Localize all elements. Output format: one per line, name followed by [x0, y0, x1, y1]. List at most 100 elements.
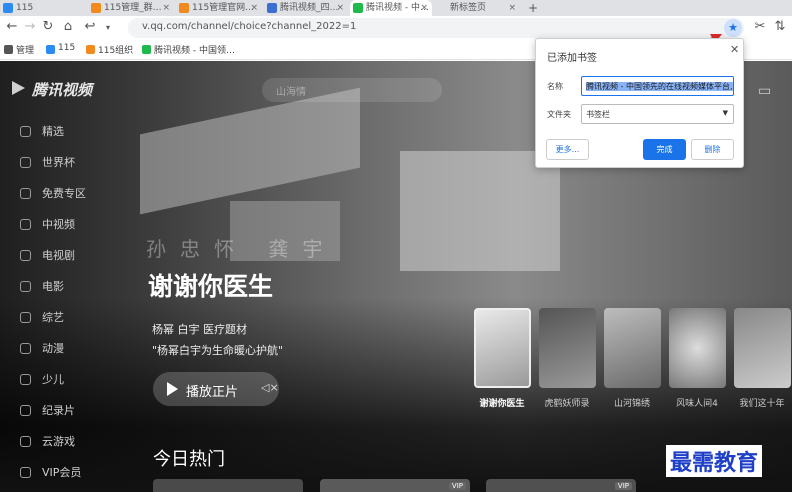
bookmark-item[interactable]: 腾讯视频 - 中国领… — [142, 43, 235, 56]
site-icon — [267, 3, 277, 13]
back-icon[interactable]: ← — [4, 19, 20, 34]
url-text: v.qq.com/channel/choice?channel_2022=1 — [142, 21, 357, 32]
close-icon[interactable]: ✕ — [730, 43, 739, 56]
sidebar-item-kids[interactable]: 少儿 — [20, 370, 64, 390]
sidebar-label: 动漫 — [42, 342, 64, 355]
play-logo-icon — [142, 45, 151, 54]
name-label: 名称 — [547, 82, 563, 91]
bookmark-label: 管理 — [16, 46, 35, 56]
bookmark-label: 115 — [58, 43, 76, 53]
thumb-card[interactable] — [539, 308, 596, 388]
sidebar-label: 中视频 — [42, 218, 75, 231]
variety-icon — [20, 312, 31, 323]
vip-icon — [20, 467, 31, 478]
thumb-label: 虎鹤妖师录 — [544, 399, 590, 409]
sidebar-item-midvideo[interactable]: 中视频 — [20, 215, 75, 235]
hot-card[interactable]: VIP — [486, 479, 636, 492]
cloud-icon — [3, 3, 13, 13]
bookmark-added-dialog: 已添加书签 ✕ 名称 腾讯视频 - 中国领先的在线视频媒体平台, 文件夹 书签栏… — [535, 38, 744, 168]
bookmark-name-field[interactable]: 腾讯视频 - 中国领先的在线视频媒体平台, — [581, 76, 734, 96]
thumb-card[interactable] — [604, 308, 661, 388]
film-icon — [20, 281, 31, 292]
sidebar-label: 免费专区 — [42, 187, 86, 200]
new-tab-button[interactable]: + — [524, 0, 540, 16]
address-bar[interactable]: v.qq.com/channel/choice?channel_2022=1 — [128, 18, 744, 38]
forward-icon[interactable]: → — [22, 19, 38, 34]
sidebar-label: 精选 — [42, 125, 64, 138]
tab-new[interactable]: 新标签页 × — [434, 0, 520, 16]
hot-card[interactable]: VIP — [320, 479, 470, 492]
folder-value: 书签栏 — [586, 110, 610, 119]
play-icon — [167, 382, 178, 396]
close-icon[interactable]: × — [250, 0, 258, 16]
kids-icon — [20, 374, 31, 385]
thumb-label: 风味人间4 — [676, 399, 718, 409]
done-button[interactable]: 完成 — [643, 139, 686, 160]
tab-115[interactable]: 115 — [0, 0, 86, 16]
chevron-down-icon[interactable]: ▾ — [100, 23, 116, 32]
ball-icon — [20, 157, 31, 168]
remove-button[interactable]: 删除 — [691, 139, 734, 160]
play-icon — [20, 188, 31, 199]
tv-icon — [20, 250, 31, 261]
sidebar-item-worldcup[interactable]: 世界杯 — [20, 153, 75, 173]
sidebar-item-free[interactable]: 免费专区 — [20, 184, 86, 204]
sidebar-item-documentary[interactable]: 纪录片 — [20, 401, 75, 421]
close-icon[interactable]: × — [508, 0, 516, 16]
sidebar-item-vip[interactable]: VIP会员 — [20, 463, 81, 483]
scissors-icon[interactable]: ✂ — [752, 19, 768, 34]
close-icon[interactable]: × — [162, 0, 170, 16]
reload-icon[interactable]: ↻ — [40, 19, 56, 34]
search-input[interactable]: 山海情 — [262, 78, 442, 102]
translate-icon[interactable]: ⇅ — [772, 19, 788, 34]
sidebar-item-variety[interactable]: 综艺 — [20, 308, 64, 328]
hot-card[interactable] — [153, 479, 303, 492]
sidebar-label: VIP会员 — [42, 466, 82, 479]
vip-badge: VIP — [448, 482, 466, 490]
video-icon — [20, 219, 31, 230]
sidebar-label: 云游戏 — [42, 435, 75, 448]
tab-115-admin[interactable]: 115管理_群… × — [88, 0, 174, 16]
dialog-title: 已添加书签 — [547, 53, 597, 64]
hero-title: 谢谢你医生 — [148, 272, 274, 301]
sidebar-item-cloudgame[interactable]: 云游戏 — [20, 432, 75, 452]
home-icon[interactable]: ⌂ — [60, 19, 76, 34]
close-icon[interactable]: × — [336, 0, 344, 16]
volume-mute-icon[interactable]: ◁× — [261, 381, 279, 394]
thumb-card[interactable] — [474, 308, 531, 388]
sidebar-label: 电影 — [42, 280, 64, 293]
tab-label: 115 — [16, 3, 34, 13]
tab-label: 115管理官网… — [192, 3, 255, 13]
more-button[interactable]: 更多... — [546, 139, 589, 160]
tab-label: 腾讯视频_四… — [280, 3, 339, 13]
tab-strip: 115 115管理_群… × 115管理官网… × 腾讯视频_四… × 腾讯视频… — [0, 0, 792, 16]
sidebar-item-featured[interactable]: 精选 — [20, 122, 64, 142]
vip-badge: VIP — [614, 482, 632, 490]
bookmark-item[interactable]: 115组织 — [86, 43, 133, 56]
gamepad-icon — [20, 436, 31, 447]
site-icon — [91, 3, 101, 13]
site-icon — [86, 45, 95, 54]
folder-select[interactable]: 书签栏 ▼ — [581, 104, 734, 124]
screen-icon[interactable]: ▭ — [758, 83, 776, 101]
bookmark-item[interactable]: 115 — [46, 43, 76, 54]
thumb-label: 我们这十年 — [739, 399, 785, 409]
play-label: 播放正片 — [186, 385, 239, 400]
tab-tencent-active[interactable]: 腾讯视频 - 中… × — [350, 0, 432, 16]
bookmark-item[interactable]: 管理 — [4, 43, 34, 56]
close-icon[interactable]: × — [420, 0, 428, 16]
anime-icon — [20, 343, 31, 354]
hero-ghost-text: 孙忠怀 龚宇 — [146, 237, 337, 261]
sidebar-item-tv[interactable]: 电视剧 — [20, 246, 75, 266]
sidebar-item-movie[interactable]: 电影 — [20, 277, 64, 297]
sidebar-item-anime[interactable]: 动漫 — [20, 339, 64, 359]
thumb-card[interactable] — [669, 308, 726, 388]
undo-icon[interactable]: ↩ — [82, 19, 98, 34]
sidebar-label: 纪录片 — [42, 404, 75, 417]
bookmark-label: 115组织 — [98, 46, 134, 56]
tab-tencent-1[interactable]: 腾讯视频_四… × — [264, 0, 348, 16]
sidebar-label: 电视剧 — [42, 249, 75, 262]
thumb-card[interactable] — [734, 308, 791, 388]
tab-115-official[interactable]: 115管理官网… × — [176, 0, 262, 16]
sidebar: 精选 世界杯 免费专区 中视频 电视剧 电影 综艺 动漫 少儿 纪录片 云游戏 … — [0, 61, 120, 492]
